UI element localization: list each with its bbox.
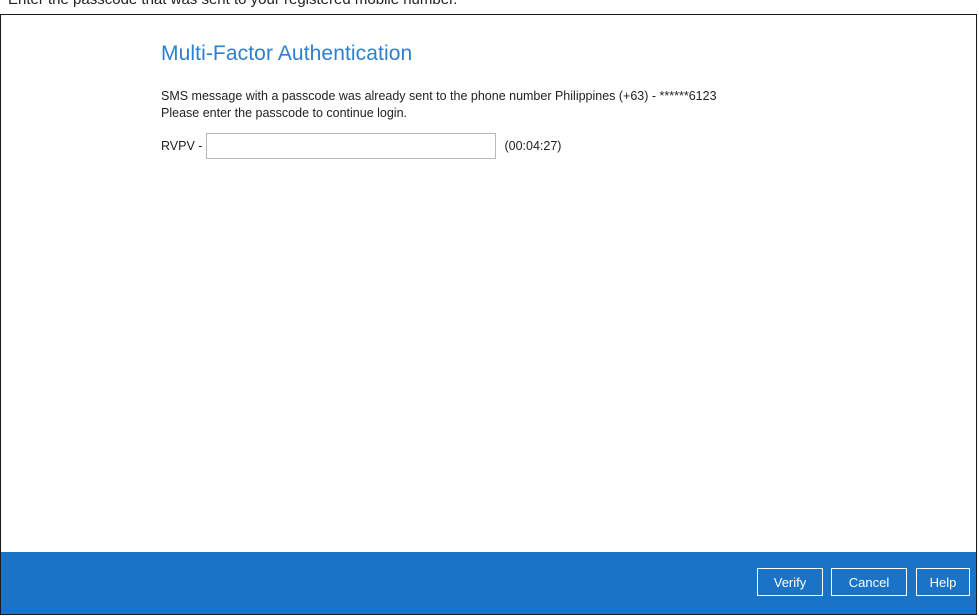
mfa-dialog: Multi-Factor Authentication SMS message … [0, 14, 977, 615]
cancel-button[interactable]: Cancel [831, 568, 907, 596]
help-button[interactable]: Help [916, 568, 970, 596]
cropped-instruction-strip: Enter the passcode that was sent to your… [0, 0, 979, 14]
countdown-timer: (00:04:27) [504, 139, 562, 153]
sms-message-line-1: SMS message with a passcode was already … [161, 89, 717, 103]
sms-message-line-2: Please enter the passcode to continue lo… [161, 106, 408, 120]
verify-button[interactable]: Verify [757, 568, 823, 596]
sms-message: SMS message with a passcode was already … [161, 88, 717, 122]
footer-bar: Verify Cancel Help [1, 552, 976, 614]
passcode-prefix: RVPV - [161, 139, 203, 153]
cropped-instruction-text: Enter the passcode that was sent to your… [8, 0, 457, 8]
page-title: Multi-Factor Authentication [161, 42, 413, 65]
passcode-row: RVPV - (00:04:27) [161, 133, 561, 159]
passcode-input[interactable] [206, 133, 497, 159]
